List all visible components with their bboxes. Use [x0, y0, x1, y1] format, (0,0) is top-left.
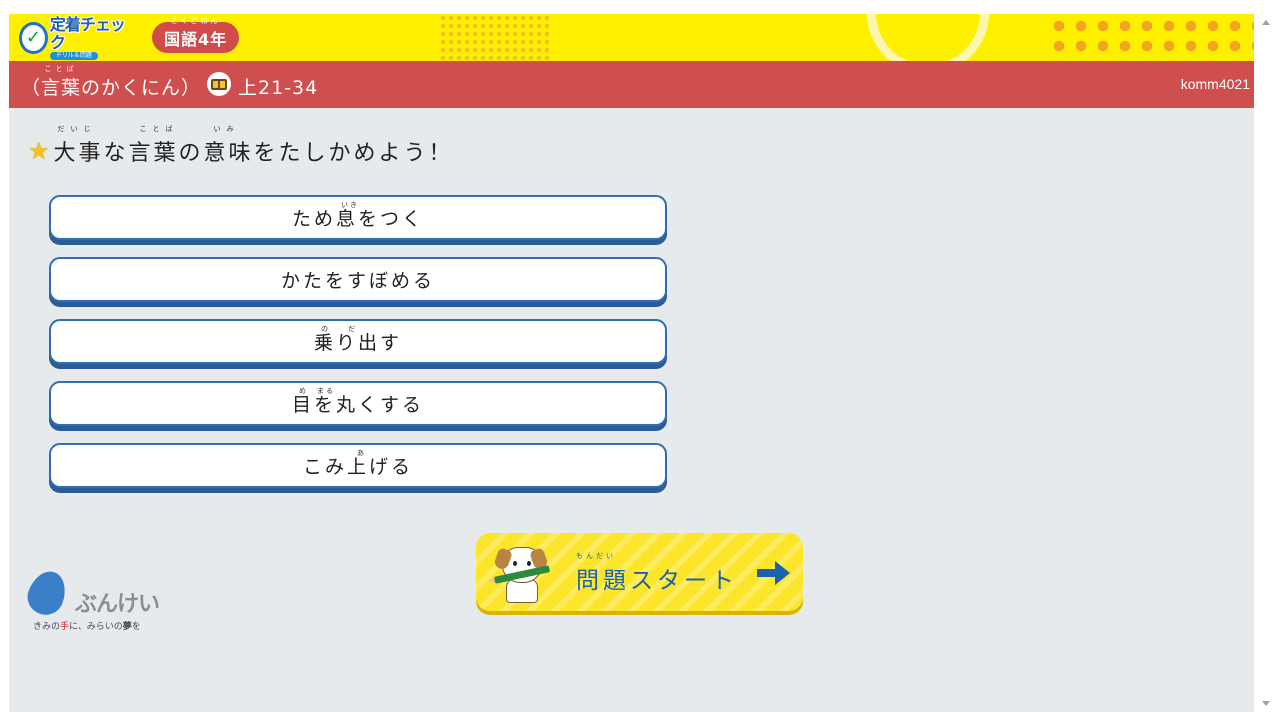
brand-name: ぶんけい — [75, 592, 160, 617]
brand-tagline: きみの手に、みらいの夢を — [33, 622, 141, 632]
scrollbar[interactable] — [1258, 14, 1274, 712]
grade-furigana: こくごねん — [170, 17, 221, 25]
question-furigana-2: ことば — [139, 125, 179, 133]
choice-button[interactable]: の だ 乗り出す — [49, 319, 667, 364]
start-button[interactable]: もんだい 問題スタート — [476, 533, 803, 611]
question-text: 大事な言葉の意味をたしかめよう！ — [53, 141, 454, 166]
arrow-right-icon — [757, 561, 790, 585]
choice-button[interactable]: いき ため息をつく — [49, 195, 667, 240]
top-band: ✓ 定着チェック ドリル＆問題 こくごねん 国語4年 — [9, 14, 1254, 61]
brand-logo: ぶんけい きみの手に、みらいの夢を — [22, 566, 189, 641]
unit-header: （ ことば 言葉 のかくにん） 上21-34 komm4021 — [9, 61, 1254, 108]
choice-button[interactable]: かたをすぼめる — [49, 257, 667, 302]
unit-title-open: （ — [21, 77, 42, 99]
choice-button[interactable]: め まる 目を丸くする — [49, 381, 667, 426]
question-furigana-1: だいじ — [57, 125, 97, 133]
logo-subtitle: ドリル＆問題 — [49, 52, 98, 60]
start-furigana: もんだい — [576, 552, 616, 560]
start-label: 問題スタート — [576, 568, 738, 594]
scroll-down-icon[interactable] — [1262, 701, 1270, 706]
dog-mascot-icon — [493, 547, 551, 603]
app-frame: ✓ 定着チェック ドリル＆問題 こくごねん 国語4年 （ ことば 言葉 のかくに… — [9, 14, 1254, 712]
choice-furigana: め まる — [299, 387, 335, 395]
grade-label: 国語4年 — [164, 30, 228, 49]
choice-furigana: あ — [357, 449, 366, 457]
check-icon: ✓ — [19, 22, 48, 54]
brand-drop-icon — [22, 566, 72, 620]
decorative-dots — [439, 14, 549, 61]
scroll-up-icon[interactable] — [1262, 20, 1270, 25]
star-icon: ★ — [28, 137, 50, 165]
user-id: komm4021 — [1180, 76, 1250, 92]
page-range: 上21-34 — [238, 77, 319, 99]
decorative-dots-right — [1044, 14, 1254, 61]
choice-furigana: の だ — [321, 325, 357, 333]
book-icon — [207, 72, 231, 96]
unit-title-furigana: ことば — [44, 65, 78, 73]
decorative-ring — [867, 14, 989, 61]
app-logo[interactable]: ✓ 定着チェック ドリル＆問題 — [19, 16, 129, 60]
logo-text: 定着チェック ドリル＆問題 — [49, 15, 129, 60]
question-furigana-3: いみ — [213, 125, 240, 133]
logo-title: 定着チェック — [49, 15, 126, 52]
grade-badge: こくごねん 国語4年 — [152, 17, 240, 53]
choice-furigana: いき — [341, 201, 359, 209]
unit-title-rest: のかくにん） — [81, 77, 202, 99]
unit-title-word: 言葉 — [41, 77, 82, 99]
choice-label: かたをすぼめる — [280, 270, 435, 292]
unit-title: （ ことば 言葉 のかくにん） — [21, 65, 202, 100]
question-heading: ★ だいじ ことば いみ 大事な言葉の意味をたしかめよう！ — [28, 125, 454, 167]
choice-button[interactable]: あ こみ上げる — [49, 443, 667, 488]
